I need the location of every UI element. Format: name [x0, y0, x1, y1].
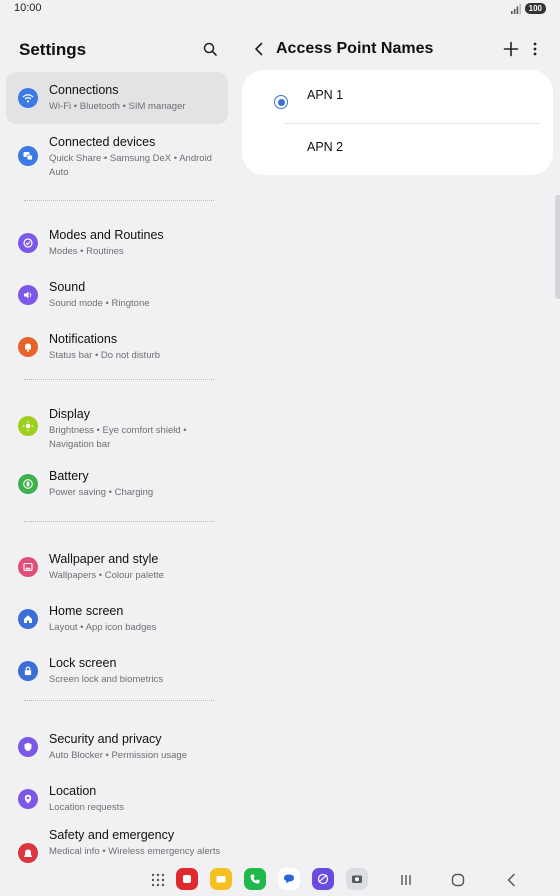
status-bar: 10:00 100 [0, 0, 560, 18]
menu-item-title: Wallpaper and style [49, 552, 159, 566]
location-pin-icon [18, 789, 38, 809]
apn-radio-selected[interactable] [274, 95, 288, 109]
menu-item-title: Display [49, 407, 90, 421]
app-red-icon[interactable] [176, 868, 198, 890]
camera-app-icon[interactable] [346, 868, 368, 890]
apn-list-card: APN 1 APN 2 [242, 70, 553, 175]
menu-item-subtitle: Power saving • Charging [49, 487, 154, 498]
divider [284, 123, 540, 124]
lock-icon [18, 661, 38, 681]
status-time: 10:00 [14, 2, 42, 14]
menu-item-wallpaper-and-style[interactable]: Wallpaper and style Wallpapers • Colour … [6, 540, 228, 592]
menu-item-subtitle: Wi-Fi • Bluetooth • SIM manager [49, 101, 186, 112]
settings-title: Settings [19, 40, 87, 59]
menu-item-title: Battery [49, 469, 89, 483]
menu-item-subtitle: Brightness • Eye comfort shield • Naviga… [49, 425, 187, 450]
side-scroll-handle[interactable] [555, 195, 560, 299]
menu-item-location[interactable]: Location Location requests [6, 772, 228, 824]
divider [24, 200, 214, 201]
menu-item-home-screen[interactable]: Home screen Layout • App icon badges [6, 592, 228, 644]
add-icon[interactable] [502, 40, 520, 58]
bell-icon [18, 337, 38, 357]
settings-panel: Settings Connections Wi-Fi • Bluetooth •… [0, 20, 236, 896]
home-button-icon[interactable] [449, 871, 467, 889]
apn-label: APN 1 [307, 88, 344, 102]
menu-item-title: Safety and emergency [49, 828, 175, 842]
apps-grid-icon[interactable] [149, 871, 167, 889]
menu-item-lock-screen[interactable]: Lock screen Screen lock and biometrics [6, 644, 228, 696]
menu-item-connections[interactable]: Connections Wi-Fi • Bluetooth • SIM mana… [6, 72, 228, 124]
phone-app-icon[interactable] [244, 868, 266, 890]
taskbar [0, 864, 560, 896]
menu-item-title: Modes and Routines [49, 228, 164, 242]
menu-item-subtitle: Location requests [49, 802, 124, 813]
menu-item-sound[interactable]: Sound Sound mode • Ringtone [6, 268, 228, 320]
menu-item-connected-devices[interactable]: Connected devices Quick Share • Samsung … [6, 124, 228, 184]
menu-item-title: Location [49, 784, 97, 798]
menu-item-safety-and-emergency[interactable]: Safety and emergency Medical info • Wire… [6, 824, 228, 864]
menu-item-title: Lock screen [49, 656, 117, 670]
battery-indicator: 100 [524, 3, 546, 14]
status-icons: 100 [510, 3, 546, 14]
sun-icon [18, 416, 38, 436]
radio-dot [277, 98, 285, 106]
back-nav-icon[interactable] [503, 871, 521, 889]
apn-item-1[interactable]: APN 1 [242, 76, 553, 128]
internet-app-icon[interactable] [312, 868, 334, 890]
search-icon[interactable] [202, 41, 218, 57]
menu-item-subtitle: Wallpapers • Colour palette [49, 570, 164, 581]
alert-icon [18, 843, 38, 863]
home-icon [18, 609, 38, 629]
menu-item-title: Home screen [49, 604, 124, 618]
menu-item-subtitle: Medical info • Wireless emergency alerts [49, 846, 221, 857]
battery-icon [18, 474, 38, 494]
shield-icon [18, 737, 38, 757]
image-icon [18, 557, 38, 577]
menu-item-subtitle: Screen lock and biometrics [49, 674, 164, 685]
menu-item-modes-and-routines[interactable]: Modes and Routines Modes • Routines [6, 216, 228, 268]
menu-item-subtitle: Modes • Routines [49, 246, 124, 257]
menu-item-title: Connected devices [49, 135, 156, 149]
menu-item-title: Sound [49, 280, 86, 294]
menu-item-title: Security and privacy [49, 732, 162, 746]
page-title: Access Point Names [276, 40, 434, 57]
menu-item-title: Connections [49, 83, 119, 97]
modes-icon [18, 233, 38, 253]
app-folder-icon[interactable] [210, 868, 232, 890]
menu-item-subtitle: Quick Share • Samsung DeX • Android Auto [49, 153, 212, 178]
signal-icon [510, 3, 521, 14]
devices-icon [18, 146, 38, 166]
menu-item-security-and-privacy[interactable]: Security and privacy Auto Blocker • Perm… [6, 720, 228, 772]
menu-item-subtitle: Status bar • Do not disturb [49, 350, 161, 361]
divider [24, 521, 214, 522]
divider [24, 700, 214, 701]
wifi-icon [18, 88, 38, 108]
menu-item-subtitle: Auto Blocker • Permission usage [49, 750, 187, 761]
menu-item-subtitle: Sound mode • Ringtone [49, 298, 150, 309]
apn-item-2[interactable]: APN 2 [242, 128, 553, 180]
menu-item-subtitle: Layout • App icon badges [49, 622, 157, 633]
menu-item-title: Notifications [49, 332, 118, 346]
messages-app-icon[interactable] [278, 868, 300, 890]
speaker-icon [18, 285, 38, 305]
menu-item-notifications[interactable]: Notifications Status bar • Do not distur… [6, 320, 228, 372]
apn-label: APN 2 [307, 140, 344, 154]
recent-apps-icon[interactable] [397, 871, 415, 889]
menu-item-battery[interactable]: Battery Power saving • Charging [6, 460, 228, 512]
more-options-icon[interactable] [529, 41, 541, 57]
back-arrow-icon[interactable] [251, 41, 267, 57]
menu-item-display[interactable]: Display Brightness • Eye comfort shield … [6, 396, 228, 456]
divider [24, 379, 214, 380]
